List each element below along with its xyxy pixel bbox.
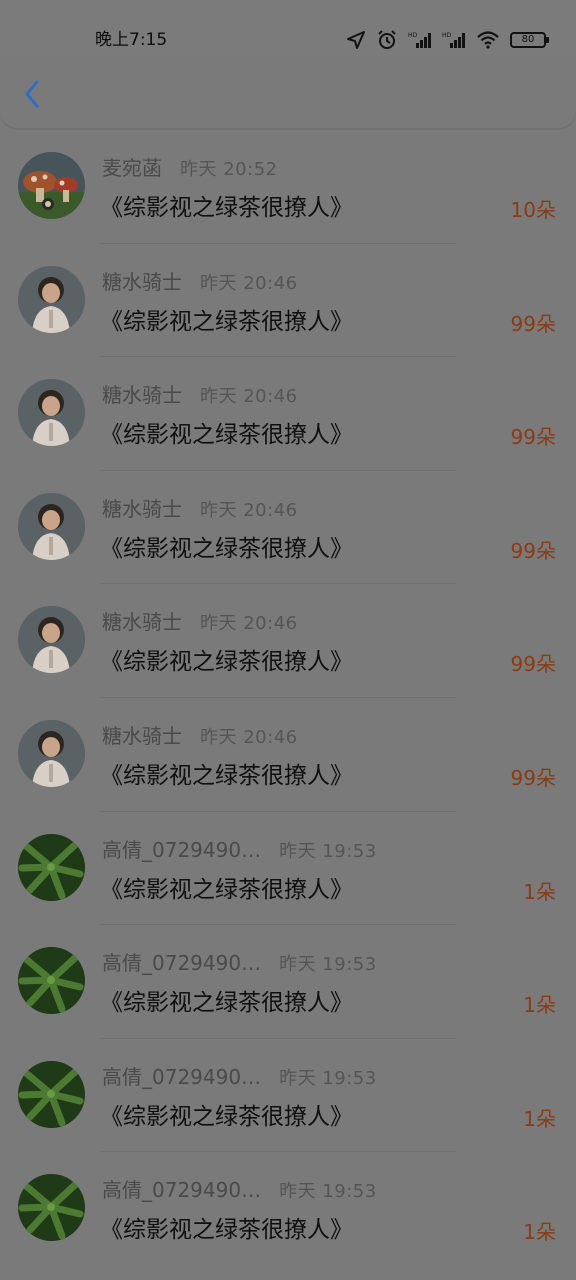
- svg-text:HD: HD: [408, 32, 418, 39]
- list-item[interactable]: 麦宛菡 昨天 20:52 《综影视之绿茶很撩人》 10朵: [0, 130, 576, 244]
- sender-line: 糖水骑士 昨天 20:46: [102, 606, 298, 634]
- send-time: 昨天 20:46: [200, 726, 298, 748]
- sender-line: 糖水骑士 昨天 20:46: [102, 266, 298, 294]
- gift-amount: 99朵: [510, 425, 556, 450]
- gift-amount: 10朵: [510, 198, 556, 222]
- sender-name: 糖水骑士: [102, 269, 182, 294]
- sender-name: 麦宛菡: [102, 156, 162, 180]
- wifi-icon: [477, 31, 499, 49]
- signal-hd-icon-2: HD: [442, 32, 465, 48]
- leaf-avatar-icon: [18, 833, 85, 901]
- list-item[interactable]: 高倩_0729490… 昨天 19:53 《综影视之绿茶很撩人》 1朵: [0, 1039, 576, 1153]
- book-title: 《综影视之绿茶很撩人》: [100, 876, 353, 903]
- sender-name: 高倩_0729490…: [102, 837, 262, 862]
- send-time: 昨天 19:53: [279, 1067, 377, 1089]
- mushroom-avatar-icon: [18, 152, 85, 219]
- send-time: 昨天 19:53: [279, 840, 377, 862]
- child-avatar-icon: [18, 492, 85, 560]
- sender-name: 高倩_0729490…: [102, 1064, 262, 1089]
- leaf-avatar-icon: [18, 1174, 85, 1242]
- book-title: 《综影视之绿茶很撩人》: [100, 422, 353, 449]
- avatar[interactable]: [18, 719, 85, 787]
- status-bar: 晚上7:15 HD HD 80: [0, 0, 576, 56]
- send-time: 昨天 20:46: [200, 386, 298, 408]
- send-time: 昨天 19:53: [279, 1181, 377, 1203]
- gift-amount: 99朵: [510, 538, 556, 563]
- status-time: 晚上7:15: [95, 30, 168, 50]
- sender-line: 高倩_0729490… 昨天 19:53: [102, 834, 377, 862]
- gift-amount: 1朵: [523, 1220, 556, 1245]
- book-title: 《综影视之绿茶很撩人》: [100, 762, 353, 789]
- list-item[interactable]: 糖水骑士 昨天 20:46 《综影视之绿茶很撩人》 99朵: [0, 357, 576, 471]
- leaf-avatar-icon: [18, 1060, 85, 1128]
- list-item[interactable]: 糖水骑士 昨天 20:46 《综影视之绿茶很撩人》 99朵: [0, 698, 576, 812]
- location-icon: [347, 31, 365, 49]
- avatar[interactable]: [18, 833, 85, 901]
- leaf-avatar-icon: [18, 947, 85, 1015]
- back-button[interactable]: [14, 76, 50, 112]
- gift-amount: 1朵: [523, 1106, 556, 1131]
- alarm-icon: [378, 30, 396, 49]
- sender-line: 麦宛菡 昨天 20:52: [102, 152, 278, 180]
- sender-name: 糖水骑士: [102, 496, 182, 521]
- sender-name: 糖水骑士: [102, 610, 182, 635]
- book-title: 《综影视之绿茶很撩人》: [100, 308, 353, 335]
- sender-name: 高倩_0729490…: [102, 1178, 262, 1203]
- list-item[interactable]: 糖水骑士 昨天 20:46 《综影视之绿茶很撩人》 99朵: [0, 244, 576, 358]
- gift-amount: 1朵: [523, 993, 556, 1018]
- avatar[interactable]: [18, 379, 85, 447]
- screen: 晚上7:15 HD HD 80 麦宛菡 昨天 20:52 《综影视之绿茶很撩人》…: [0, 0, 576, 1280]
- avatar[interactable]: [18, 265, 85, 333]
- send-time: 昨天 20:46: [200, 613, 298, 635]
- gift-amount: 1朵: [523, 879, 556, 904]
- avatar[interactable]: [18, 947, 85, 1015]
- book-title: 《综影视之绿茶很撩人》: [100, 649, 353, 676]
- send-time: 昨天 20:46: [200, 272, 298, 294]
- avatar[interactable]: [18, 152, 85, 219]
- avatar[interactable]: [18, 492, 85, 560]
- list-item[interactable]: 高倩_0729490… 昨天 19:53 《综影视之绿茶很撩人》 1朵: [0, 925, 576, 1039]
- sender-line: 糖水骑士 昨天 20:46: [102, 720, 298, 748]
- signal-hd-icon: HD: [408, 32, 431, 48]
- send-time: 昨天 20:46: [200, 499, 298, 521]
- gift-list: 麦宛菡 昨天 20:52 《综影视之绿茶很撩人》 10朵 糖水骑士 昨天 20:…: [0, 130, 576, 1266]
- book-title: 《综影视之绿茶很撩人》: [100, 1217, 353, 1244]
- sender-line: 高倩_0729490… 昨天 19:53: [102, 947, 377, 975]
- child-avatar-icon: [18, 379, 85, 447]
- sender-line: 糖水骑士 昨天 20:46: [102, 493, 298, 521]
- avatar[interactable]: [18, 1174, 85, 1242]
- list-item[interactable]: 高倩_0729490… 昨天 19:53 《综影视之绿茶很撩人》 1朵: [0, 812, 576, 926]
- book-title: 《综影视之绿茶很撩人》: [100, 195, 353, 221]
- sender-name: 糖水骑士: [102, 723, 182, 748]
- child-avatar-icon: [18, 606, 85, 674]
- book-title: 《综影视之绿茶很撩人》: [100, 1103, 353, 1130]
- book-title: 《综影视之绿茶很撩人》: [100, 535, 353, 562]
- list-item[interactable]: 高倩_0729490… 昨天 19:53 《综影视之绿茶很撩人》 1朵: [0, 1152, 576, 1266]
- send-time: 昨天 19:53: [279, 954, 377, 976]
- battery-icon: 80: [510, 32, 549, 48]
- sender-line: 糖水骑士 昨天 20:46: [102, 379, 298, 407]
- child-avatar-icon: [18, 265, 85, 333]
- status-icons: HD HD 80: [346, 28, 549, 52]
- list-item[interactable]: 糖水骑士 昨天 20:46 《综影视之绿茶很撩人》 99朵: [0, 471, 576, 585]
- sender-name: 高倩_0729490…: [102, 951, 262, 976]
- gift-amount: 99朵: [510, 652, 556, 677]
- avatar[interactable]: [18, 1060, 85, 1128]
- gift-amount: 99朵: [510, 311, 556, 336]
- list-item[interactable]: 糖水骑士 昨天 20:46 《综影视之绿茶很撩人》 99朵: [0, 584, 576, 698]
- sender-name: 糖水骑士: [102, 383, 182, 408]
- svg-text:HD: HD: [442, 32, 452, 39]
- gift-amount: 99朵: [510, 765, 556, 790]
- avatar[interactable]: [18, 606, 85, 674]
- child-avatar-icon: [18, 719, 85, 787]
- sender-line: 高倩_0729490… 昨天 19:53: [102, 1174, 377, 1202]
- chevron-left-icon: [25, 80, 39, 108]
- book-title: 《综影视之绿茶很撩人》: [100, 990, 353, 1017]
- sender-line: 高倩_0729490… 昨天 19:53: [102, 1061, 377, 1089]
- send-time: 昨天 20:52: [180, 159, 278, 180]
- nav-bar: [0, 56, 576, 129]
